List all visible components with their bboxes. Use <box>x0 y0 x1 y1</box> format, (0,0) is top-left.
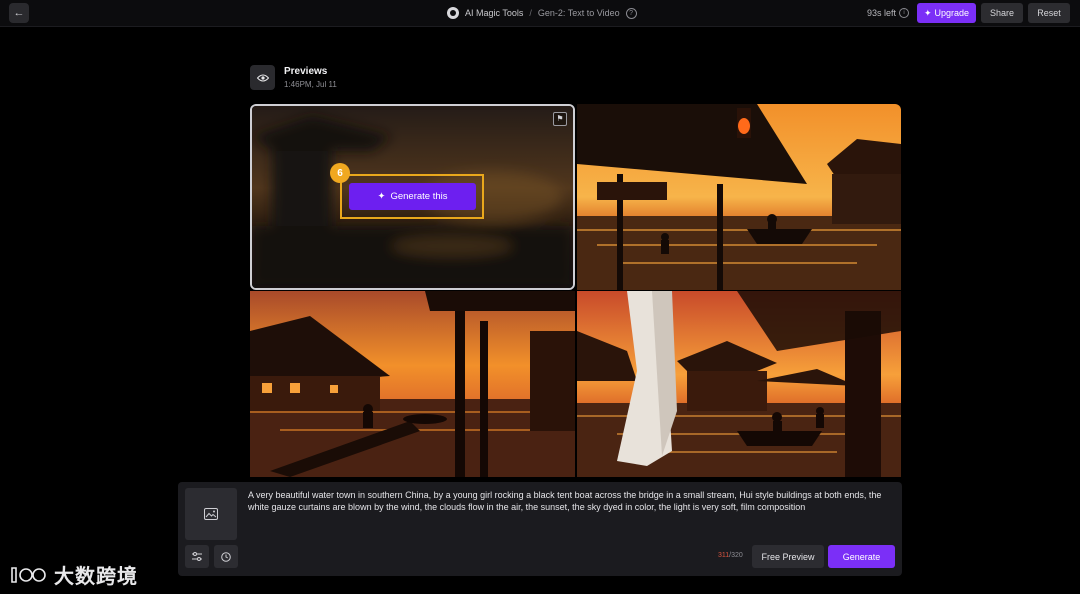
info-icon[interactable]: i <box>899 8 910 18</box>
history-button[interactable] <box>214 545 238 568</box>
settings-button[interactable] <box>185 545 209 568</box>
breadcrumb: AI Magic Tools / Gen-2: Text to Video ? <box>447 0 637 26</box>
back-button[interactable]: ← <box>9 3 29 23</box>
character-counter: 311/320 <box>718 552 743 559</box>
watermark-text: 大数跨境 <box>54 566 138 588</box>
generate-this-label: Generate this <box>390 191 448 202</box>
breadcrumb-separator: / <box>529 8 532 18</box>
app-logo-icon <box>447 7 459 19</box>
share-label: Share <box>989 8 1015 18</box>
eye-icon <box>256 74 269 81</box>
preview-image-3 <box>250 291 575 477</box>
reset-label: Reset <box>1037 8 1061 18</box>
generate-button[interactable]: Generate <box>828 545 895 568</box>
generate-this-button[interactable]: ✦ Generate this <box>349 183 476 210</box>
reset-button[interactable]: Reset <box>1028 3 1070 23</box>
preview-title: Previews <box>284 66 328 77</box>
preview-tile-2[interactable] <box>577 104 901 290</box>
sliders-icon <box>192 552 202 561</box>
free-preview-button[interactable]: Free Preview <box>752 545 824 568</box>
help-icon[interactable]: ? <box>625 7 637 19</box>
watermark: 大数跨境 <box>10 560 138 589</box>
credits-text: 93s left <box>867 8 897 18</box>
preview-date: 1:46PM, Jul 11 <box>284 80 337 89</box>
generate-label: Generate <box>842 551 881 562</box>
watermark-logo-icon <box>11 566 46 583</box>
preview-tile-3[interactable] <box>250 291 575 477</box>
share-button[interactable]: Share <box>981 3 1023 23</box>
top-bar: ← AI Magic Tools / Gen-2: Text to Video … <box>0 0 1080 27</box>
preview-image-2 <box>577 104 901 290</box>
prompt-textarea[interactable]: A very beautiful water town in southern … <box>248 489 892 513</box>
preview-tile-4[interactable] <box>577 291 901 477</box>
free-preview-label: Free Preview <box>761 551 815 562</box>
character-count-max: /320 <box>729 552 743 559</box>
image-add-icon <box>204 508 218 520</box>
clock-icon <box>221 551 231 562</box>
flag-icon[interactable]: ⚑ <box>553 112 567 126</box>
magic-wand-icon: ✦ <box>377 191 386 202</box>
breadcrumb-page: Gen-2: Text to Video <box>537 8 620 18</box>
character-count-used: 311 <box>718 552 730 559</box>
credits-remaining: 93s left i <box>867 0 910 26</box>
sparkle-icon: ✦ <box>923 7 932 18</box>
tutorial-step-badge: 6 <box>330 163 350 183</box>
upgrade-label: Upgrade <box>934 8 970 18</box>
preview-toggle-button[interactable] <box>250 65 275 90</box>
arrow-left-icon: ← <box>13 7 25 19</box>
preview-image-4 <box>577 291 901 477</box>
add-image-button[interactable] <box>185 488 237 540</box>
breadcrumb-brand[interactable]: AI Magic Tools <box>465 8 523 18</box>
upgrade-button[interactable]: ✦ Upgrade <box>917 3 976 23</box>
